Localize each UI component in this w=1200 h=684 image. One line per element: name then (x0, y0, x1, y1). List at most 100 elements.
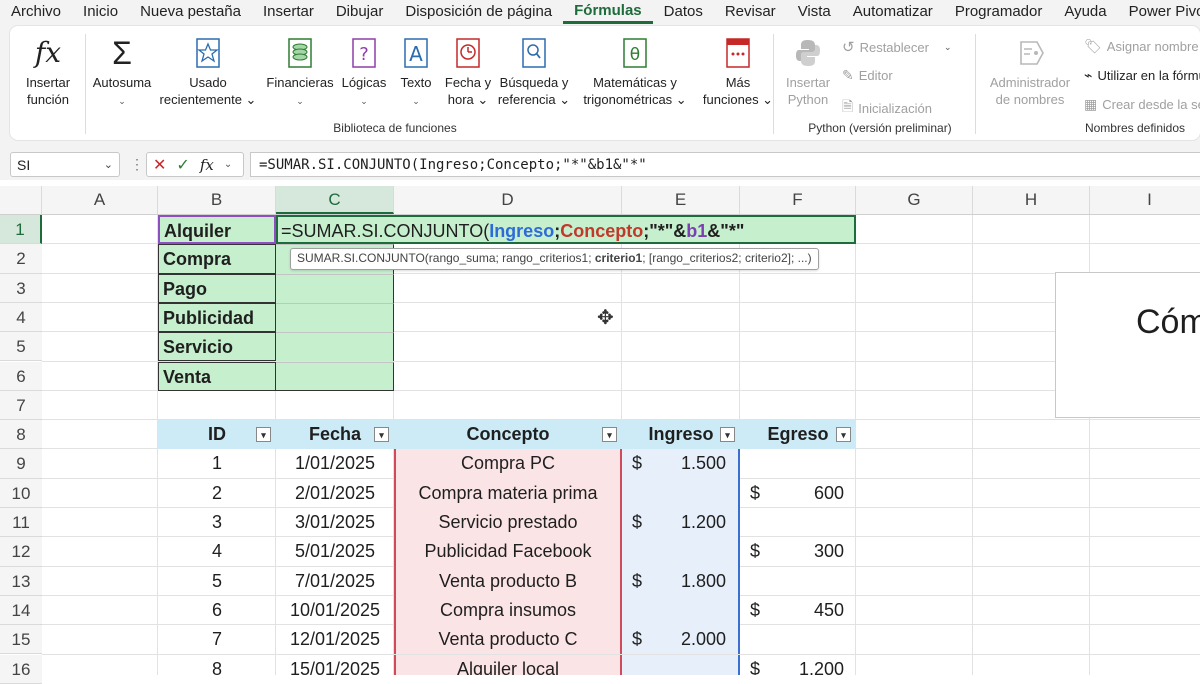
row-header[interactable]: 3 (0, 273, 42, 303)
active-cell-editor[interactable]: =SUMAR.SI.CONJUNTO(Ingreso;Concepto;"*"&… (276, 215, 856, 245)
criteria-label-cell[interactable]: Publicidad (158, 302, 276, 333)
worksheet-grid[interactable]: Alquiler Compra Pago Publicidad Servicio Vent… (42, 215, 1200, 675)
column-header[interactable]: I (1090, 186, 1200, 214)
name-manager-button[interactable]: Administrador de nombres (982, 36, 1078, 108)
criteria-label-cell[interactable]: Pago (158, 273, 276, 303)
table-cell-id[interactable]: 4 (158, 537, 276, 566)
more-functions-button[interactable]: Más funciones ⌄ (696, 36, 780, 108)
table-cell-date[interactable]: 5/01/2025 (276, 537, 394, 566)
row-header[interactable]: 1 (0, 215, 42, 245)
tab-1[interactable]: Inicio (72, 0, 129, 24)
result-cell[interactable] (276, 332, 394, 362)
table-cell-income[interactable]: $1.200 (622, 508, 740, 538)
row-header[interactable]: 7 (0, 390, 42, 421)
table-cell-concept[interactable]: Compra PC (394, 449, 622, 479)
filter-dropdown-icon[interactable]: ▾ (720, 427, 735, 443)
table-cell-income[interactable] (622, 654, 740, 675)
table-cell-id[interactable]: 1 (158, 449, 276, 478)
table-cell-income[interactable]: $1.800 (622, 566, 740, 596)
tab-4[interactable]: Dibujar (325, 0, 395, 24)
row-header[interactable]: 8 (0, 420, 42, 450)
logical-button[interactable]: ? Lógicas ⌄ (338, 36, 390, 110)
table-cell-expense[interactable]: $600 (740, 479, 856, 508)
column-header[interactable]: G (856, 186, 973, 214)
check-icon[interactable]: ✓ (176, 155, 189, 175)
tab-9[interactable]: Vista (787, 0, 842, 24)
table-cell-id[interactable]: 6 (158, 596, 276, 625)
row-header[interactable]: 5 (0, 332, 42, 362)
table-cell-date[interactable]: 10/01/2025 (276, 596, 394, 625)
row-header[interactable]: 13 (0, 566, 42, 596)
result-cell[interactable] (276, 361, 394, 391)
table-cell-concept[interactable]: Compra insumos (394, 595, 622, 626)
column-header[interactable]: C (276, 186, 394, 214)
table-cell-expense[interactable] (740, 508, 856, 537)
floating-text-box[interactable]: Cóm (1055, 272, 1200, 418)
tab-7[interactable]: Datos (653, 0, 714, 24)
table-cell-date[interactable]: 2/01/2025 (276, 479, 394, 508)
cancel-icon[interactable]: ✕ (153, 155, 166, 175)
column-header[interactable]: F (740, 186, 856, 214)
select-all-corner[interactable] (0, 186, 42, 214)
result-cell[interactable] (276, 273, 394, 303)
chevron-down-icon[interactable]: ⌄ (224, 159, 232, 170)
lookup-reference-button[interactable]: Búsqueda y referencia ⌄ (496, 36, 572, 108)
criteria-label-cell[interactable]: Servicio (158, 332, 276, 362)
filter-dropdown-icon[interactable]: ▾ (602, 427, 617, 443)
name-box[interactable]: SI ⌄ (10, 152, 120, 177)
criteria-label-cell[interactable]: Venta (158, 361, 276, 391)
tab-12[interactable]: Ayuda (1053, 0, 1117, 24)
filter-dropdown-icon[interactable]: ▾ (374, 427, 389, 443)
insert-python-button[interactable]: Insertar Python (778, 36, 838, 108)
table-cell-date[interactable]: 3/01/2025 (276, 508, 394, 537)
row-header[interactable]: 2 (0, 244, 42, 274)
table-cell-id[interactable]: 3 (158, 508, 276, 537)
table-header-cell[interactable]: Fecha ▾ (276, 420, 394, 450)
table-cell-date[interactable]: 1/01/2025 (276, 449, 394, 478)
table-cell-income[interactable] (622, 478, 740, 508)
insert-function-button[interactable]: fx Insertar función (16, 36, 80, 108)
row-header[interactable]: 4 (0, 302, 42, 333)
table-cell-income[interactable]: $1.500 (622, 449, 740, 479)
column-header[interactable]: H (973, 186, 1090, 214)
use-in-formula-button[interactable]: ⌁ Utilizar en la fórmula (1084, 67, 1200, 84)
table-cell-date[interactable]: 7/01/2025 (276, 567, 394, 596)
table-cell-concept[interactable]: Servicio prestado (394, 508, 622, 538)
criteria-label-cell[interactable]: Compra (158, 244, 276, 274)
table-cell-id[interactable]: 7 (158, 625, 276, 654)
table-cell-date[interactable]: 15/01/2025 (276, 655, 394, 676)
table-cell-income[interactable] (622, 595, 740, 626)
create-from-selection-button[interactable]: ▦ Crear desde la selección (1084, 96, 1200, 113)
table-cell-concept[interactable]: Venta producto B (394, 566, 622, 596)
table-cell-concept[interactable]: Alquiler local (394, 654, 622, 675)
tab-10[interactable]: Automatizar (842, 0, 944, 24)
table-cell-concept[interactable]: Publicidad Facebook (394, 537, 622, 567)
result-cell[interactable] (276, 302, 394, 333)
initialization-button[interactable]: 🗎 Inicialización (842, 96, 932, 120)
table-cell-expense[interactable]: $450 (740, 596, 856, 625)
tab-8[interactable]: Revisar (714, 0, 787, 24)
row-header[interactable]: 14 (0, 595, 42, 626)
table-cell-date[interactable]: 12/01/2025 (276, 625, 394, 654)
table-cell-expense[interactable] (740, 449, 856, 478)
chevron-down-icon[interactable]: ⌄ (104, 153, 113, 178)
formula-input[interactable]: =SUMAR.SI.CONJUNTO(Ingreso;Concepto;"*"&… (250, 152, 1200, 177)
row-header[interactable]: 6 (0, 361, 42, 391)
table-cell-id[interactable]: 8 (158, 655, 276, 676)
reset-button[interactable]: ↺ Restablecer ⌄ (842, 38, 952, 56)
table-cell-expense[interactable]: $1.200 (740, 655, 856, 676)
more-options-icon[interactable]: ⋮ (130, 156, 144, 173)
row-header[interactable]: 11 (0, 508, 42, 538)
tab-11[interactable]: Programador (944, 0, 1054, 24)
filter-dropdown-icon[interactable]: ▾ (256, 427, 271, 443)
date-time-button[interactable]: Fecha y hora ⌄ (440, 36, 496, 108)
tab-5[interactable]: Disposición de página (394, 0, 563, 24)
tab-0[interactable]: Archivo (0, 0, 72, 24)
table-header-cell[interactable]: Egreso ▾ (740, 420, 856, 450)
filter-dropdown-icon[interactable]: ▾ (836, 427, 851, 443)
math-trig-button[interactable]: θ Matemáticas y trigonométricas ⌄ (576, 36, 694, 108)
tab-2[interactable]: Nueva pestaña (129, 0, 252, 24)
financial-button[interactable]: Financieras ⌄ (264, 36, 336, 110)
row-header[interactable]: 9 (0, 449, 42, 479)
table-cell-concept[interactable]: Venta producto C (394, 625, 622, 655)
